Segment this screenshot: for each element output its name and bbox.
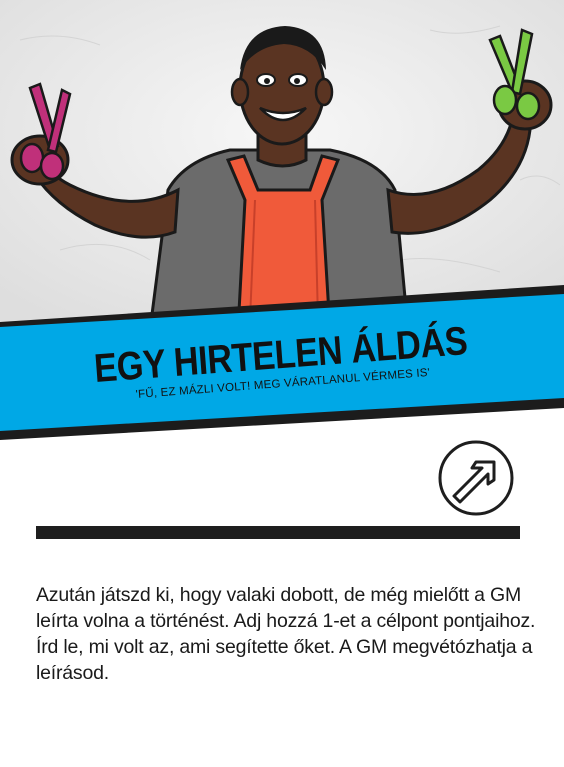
divider-bar [36,526,520,539]
arrow-up-right-circle-icon [436,438,516,518]
card-body: Azután játszd ki, hogy valaki dobott, de… [36,583,536,684]
card: EGY HIRTELEN ÁLDÁS 'FŰ, EZ MÁZLI VOLT! M… [0,0,564,767]
